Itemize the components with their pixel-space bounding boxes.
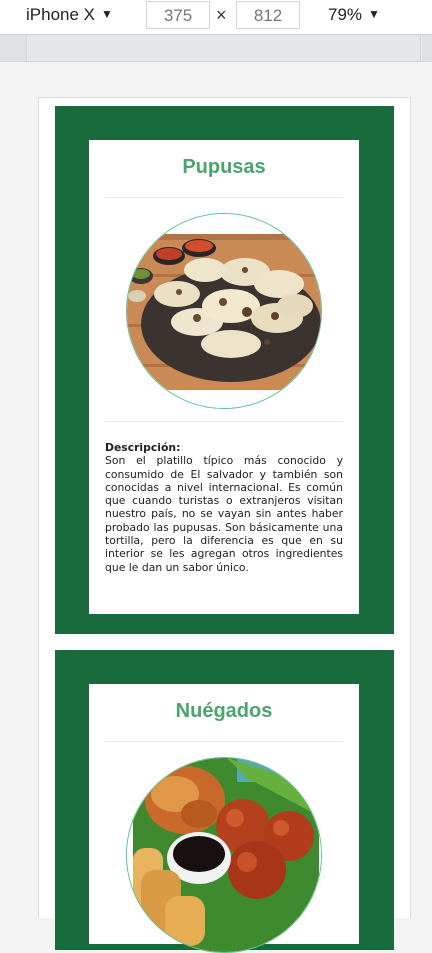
media-query-bar	[0, 35, 432, 62]
media-query-segment[interactable]	[28, 35, 421, 61]
description-text: Son el platillo típico más conocido y co…	[105, 454, 343, 574]
pupusas-photo	[127, 214, 321, 408]
description: Descripción: Son el platillo típico más …	[105, 441, 343, 574]
food-card: Pupusas Descripción: Son el platillo típ…	[55, 106, 394, 634]
width-input[interactable]: 375	[146, 1, 210, 29]
divider	[105, 421, 343, 422]
media-query-segment[interactable]	[0, 35, 27, 61]
device-select[interactable]: iPhone X ▼	[26, 5, 113, 25]
card-content: Pupusas Descripción: Son el platillo típ…	[89, 140, 359, 614]
zoom-label: 79%	[328, 5, 363, 24]
media-query-segment[interactable]	[422, 35, 432, 61]
height-input[interactable]: 812	[236, 1, 300, 29]
card-content: Nuégados	[89, 684, 359, 953]
device-label: iPhone X	[26, 5, 95, 24]
divider	[105, 197, 343, 198]
device-toolbar: iPhone X ▼ 375 × 812 79% ▼	[0, 0, 432, 35]
card-title: Pupusas	[182, 156, 266, 178]
divider	[105, 741, 343, 742]
food-image	[126, 213, 322, 409]
chevron-down-icon: ▼	[101, 7, 113, 21]
device-viewport: Pupusas Descripción: Son el platillo típ…	[38, 97, 411, 953]
nuegados-photo	[127, 758, 321, 952]
food-image	[126, 757, 322, 953]
card-title: Nuégados	[175, 700, 273, 722]
food-card: Nuégados	[55, 650, 394, 953]
chevron-down-icon: ▼	[368, 7, 380, 21]
zoom-select[interactable]: 79% ▼	[328, 5, 380, 25]
times-icon: ×	[216, 5, 227, 25]
description-label: Descripción:	[105, 441, 181, 454]
